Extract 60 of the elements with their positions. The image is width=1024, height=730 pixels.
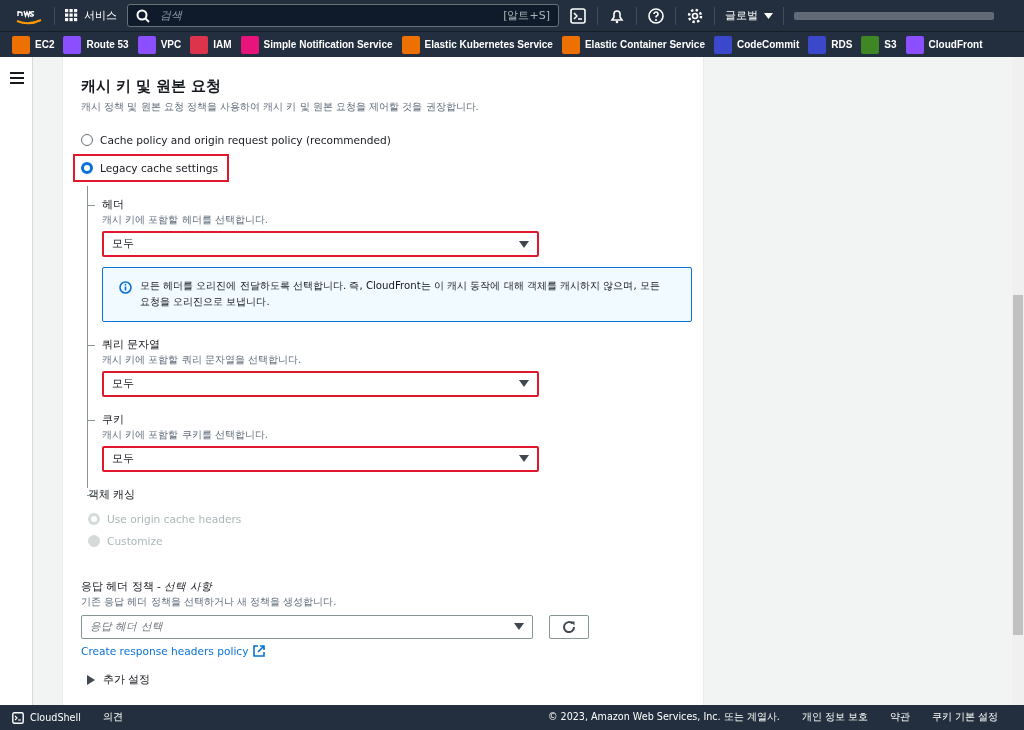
caret-icon (519, 240, 529, 248)
field-description: 캐시 키에 포함할 쿼리 문자열을 선택합니다. (102, 352, 303, 367)
favorite-link[interactable]: Elastic Container Service (561, 35, 705, 54)
grid-icon (65, 9, 78, 22)
favorite-link[interactable]: EC2 (12, 35, 55, 54)
copyright-text: © 2023, Amazon Web Services, Inc. 또는 계열사. (547, 711, 780, 724)
favorite-link[interactable]: IAM (190, 35, 232, 54)
field-label: 쿠키 (102, 412, 125, 427)
shortcut-hint: [알트+S] (503, 8, 550, 23)
additional-settings-toggle[interactable]: 추가 설정 (81, 672, 157, 687)
caret-icon (514, 623, 524, 631)
field-label: 응답 헤더 정책 - 선택 사항 (81, 579, 214, 594)
favorite-link[interactable]: RDS (808, 35, 853, 54)
dropdown-select[interactable]: 모두 (102, 231, 539, 257)
field-description: 기존 응답 헤더 정책을 선택하거나 새 정책을 생성합니다. (81, 594, 338, 609)
field-label: 쿼리 문자열 (102, 337, 162, 352)
footer-link[interactable]: 쿠키 기본 설정 (931, 711, 998, 724)
refresh-icon (562, 619, 576, 634)
services-menu-button[interactable]: 서비스 (65, 8, 117, 23)
dropdown-select[interactable]: 모두 (102, 370, 539, 397)
field-description: 캐시 키에 포함할 헤더를 선택합니다. (102, 213, 269, 227)
field-description: 캐시 키에 포함할 쿠키를 선택합니다. (102, 427, 269, 442)
region-menu-button[interactable]: 글로벌 (725, 8, 773, 23)
terminal-icon (12, 711, 24, 724)
feedback-link[interactable]: 의견 (102, 711, 123, 724)
help-icon[interactable] (647, 6, 665, 25)
dropdown-select[interactable]: 모두 (102, 445, 539, 472)
footer-link[interactable]: 약관 (889, 711, 910, 724)
favorite-link[interactable]: S3 (861, 35, 897, 54)
info-text: 모든 헤더를 오리진에 전달하도록 선택합니다. 즉, CloudFront는 이 캐시 동작에 대해 객체를 캐시하지 않으며, 모든 요청을 오리진으로 보냅니다. (140, 279, 661, 310)
field-label: 객체 캐싱 (88, 487, 137, 502)
caret-icon (764, 12, 773, 19)
info-icon (119, 281, 132, 294)
terminal-icon[interactable] (569, 6, 587, 25)
favorite-link[interactable]: Elastic Kubernetes Service (401, 35, 553, 54)
settings-icon[interactable] (686, 6, 704, 25)
radio-option[interactable]: Cache policy and origin request policy (recommended) (73, 128, 399, 152)
caret-icon (519, 380, 529, 388)
footer-link[interactable]: 개인 정보 보호 (801, 711, 868, 724)
menu-icon[interactable] (10, 72, 24, 84)
refresh-button[interactable] (549, 614, 589, 639)
field-label: 헤더 (102, 198, 125, 212)
search-input[interactable]: 검색 (158, 8, 496, 23)
favorite-link[interactable]: Simple Notification Service (240, 35, 393, 54)
section-title: 캐시 키 및 원본 요청 (81, 77, 223, 96)
caret-icon (519, 455, 529, 463)
cloudshell-link[interactable]: CloudShell (12, 711, 81, 724)
section-description: 캐시 정책 및 원본 요청 정책을 사용하여 캐시 키 및 원본 요청을 제어할 것을 권장합니다. (81, 100, 480, 114)
favorite-link[interactable]: CloudFront (905, 35, 983, 54)
radio-option: Customize (80, 529, 687, 552)
external-link-icon (253, 644, 266, 657)
favorite-link[interactable]: Route 53 (63, 35, 129, 54)
dropdown-select[interactable]: 응답 헤더 선택 (81, 614, 533, 639)
radio-option[interactable]: Legacy cache settings (73, 154, 229, 182)
radio-option: Use origin cache headers (80, 507, 687, 530)
create-policy-link[interactable]: Create response headers policy (81, 644, 266, 657)
search-field[interactable]: 검색 [알트+S] (127, 4, 559, 27)
favorite-link[interactable]: CodeCommit (714, 35, 800, 54)
favorite-link[interactable]: VPC (137, 35, 182, 54)
search-icon (136, 8, 150, 23)
